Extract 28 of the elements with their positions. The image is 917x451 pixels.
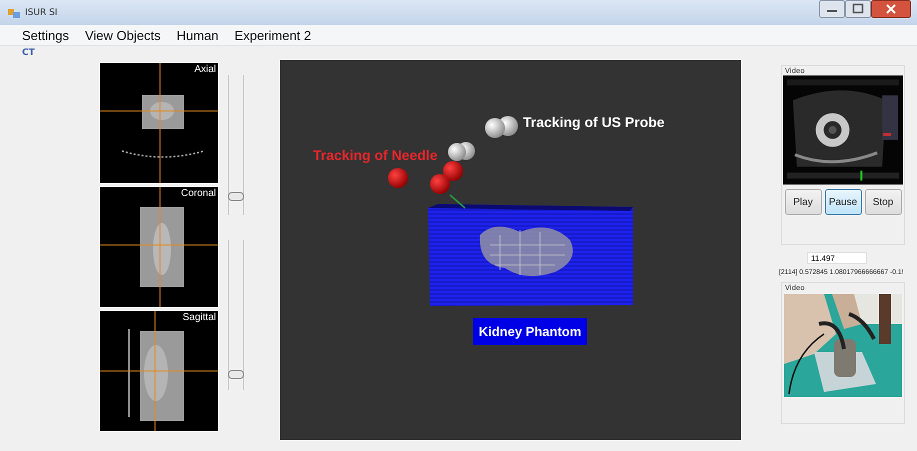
- close-icon[interactable]: [871, 0, 911, 18]
- sphere-marker: [430, 174, 450, 194]
- vertical-slider[interactable]: [228, 75, 244, 215]
- tab-label[interactable]: CT: [22, 48, 35, 58]
- sphere-marker: [485, 118, 505, 138]
- menu-item[interactable]: View Objects: [76, 28, 169, 42]
- needle-line: [450, 194, 466, 209]
- view-label: Coronal: [178, 188, 218, 199]
- playback-button[interactable]: Play: [784, 189, 822, 215]
- playback-button[interactable]: Stop: [864, 189, 902, 215]
- menu-item[interactable]: Experiment 2: [226, 28, 320, 42]
- window-title: ISUR SI: [25, 8, 58, 18]
- scene-label: Tracking of US Probe: [523, 114, 665, 130]
- scene-label: Tracking of Needle: [313, 147, 438, 163]
- sphere-marker: [448, 143, 466, 161]
- sphere-marker: [443, 161, 463, 181]
- view-label: Axial: [192, 64, 218, 75]
- vertical-slider[interactable]: [228, 240, 244, 390]
- view-label: Sagittal: [180, 312, 218, 323]
- menu-item[interactable]: Human: [168, 28, 227, 42]
- sphere-marker: [388, 168, 408, 188]
- menu-item[interactable]: Settings: [14, 28, 77, 42]
- app-icon: [8, 6, 20, 18]
- playback-button[interactable]: Pause: [824, 189, 862, 215]
- minimize-icon[interactable]: [819, 0, 845, 18]
- object-label: Kidney Phantom: [473, 318, 587, 345]
- value-field[interactable]: 11.497: [807, 252, 867, 264]
- maximize-icon[interactable]: [845, 0, 871, 18]
